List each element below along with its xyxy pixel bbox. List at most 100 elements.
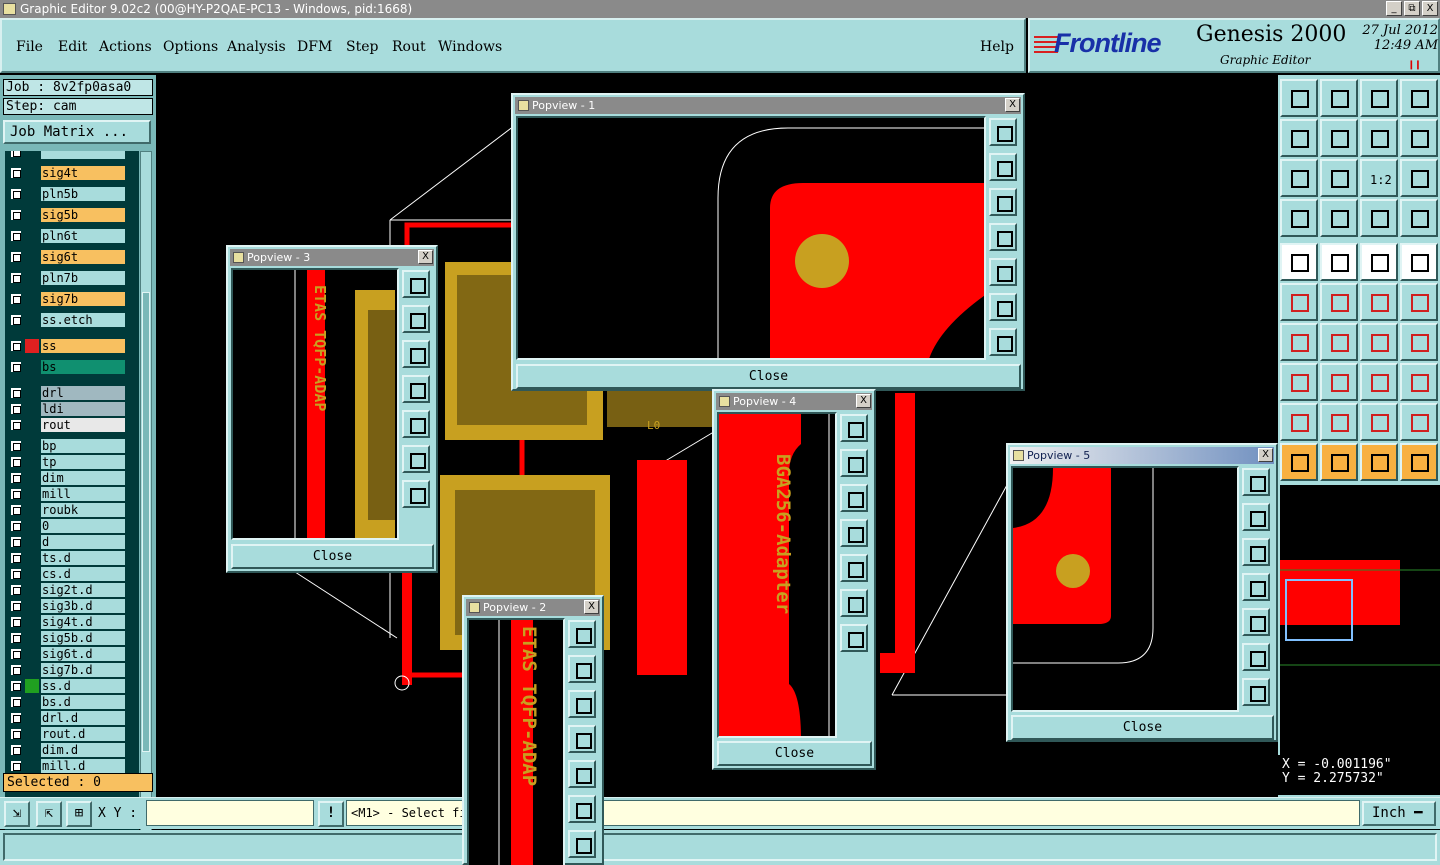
layer-name[interactable]: rout.d — [41, 727, 125, 741]
layer-row[interactable] — [7, 151, 127, 159]
pan-left-icon[interactable] — [402, 375, 430, 403]
layer-row[interactable]: ss.etch — [7, 313, 127, 327]
layer-row[interactable]: sig7b — [7, 292, 127, 306]
layer-color-swatch[interactable] — [25, 313, 39, 327]
layer-color-swatch[interactable] — [25, 339, 39, 353]
layer-color-swatch[interactable] — [25, 455, 39, 469]
menu-dfm[interactable]: DFM — [297, 39, 332, 55]
help-icon[interactable] — [1400, 159, 1438, 197]
layer-color-swatch[interactable] — [25, 583, 39, 597]
layer-row[interactable]: pln5b — [7, 187, 127, 201]
pan-right-icon[interactable] — [840, 554, 868, 582]
layer-name[interactable]: ts.d — [41, 551, 125, 565]
layer-color-swatch[interactable] — [25, 487, 39, 501]
layer-checkbox[interactable] — [11, 151, 21, 157]
layer-name[interactable]: ss — [41, 339, 125, 353]
menu-options[interactable]: Options — [163, 39, 218, 55]
save-icon[interactable] — [1320, 79, 1358, 117]
layer-color-swatch[interactable] — [25, 631, 39, 645]
snap-icon[interactable] — [1280, 363, 1318, 401]
xy-input[interactable] — [146, 800, 314, 826]
layer-name[interactable]: sig6t — [41, 250, 125, 264]
layer-row[interactable]: tp — [7, 455, 127, 469]
layer-color-swatch[interactable] — [25, 250, 39, 264]
layer-name[interactable]: sig4t — [41, 166, 125, 180]
popview-2-window[interactable]: Popview - 2 X ETAS TQFP-ADAP — [462, 595, 604, 865]
layer-name[interactable]: sig7b — [41, 292, 125, 306]
text-icon[interactable] — [1400, 323, 1438, 361]
popview-5-titlebar[interactable]: Popview - 5 X — [1010, 447, 1274, 464]
pan-up-icon[interactable] — [1242, 503, 1270, 531]
angle-icon[interactable] — [1280, 323, 1318, 361]
layer-colors-icon[interactable] — [1400, 199, 1438, 237]
pan-right-icon[interactable] — [568, 760, 596, 788]
pointer-path-icon[interactable] — [1400, 443, 1438, 481]
layer-row[interactable]: sig6t.d — [7, 647, 127, 661]
layer-name[interactable]: pln6t — [41, 229, 125, 243]
rotate-icon[interactable] — [1400, 119, 1438, 157]
popview-3-close-icon[interactable]: X — [418, 250, 433, 264]
measure-ruler-icon[interactable] — [1360, 243, 1398, 281]
pan-down-icon[interactable] — [840, 484, 868, 512]
popview-1-titlebar[interactable]: Popview - 1 X — [515, 97, 1021, 114]
layer-checkbox[interactable] — [11, 252, 21, 262]
delete-icon[interactable] — [1320, 283, 1358, 321]
layer-name[interactable]: sig4t.d — [41, 615, 125, 629]
group-icon[interactable] — [1400, 363, 1438, 401]
layer-checkbox[interactable] — [11, 388, 21, 398]
pan-right-icon[interactable] — [989, 258, 1017, 286]
maximize-button[interactable]: ⧉ — [1404, 1, 1420, 16]
zoom-fit-icon[interactable] — [568, 620, 596, 648]
layer-checkbox[interactable] — [11, 168, 21, 178]
pointer-icon[interactable] — [1280, 443, 1318, 481]
layer-checkbox[interactable] — [11, 761, 21, 771]
pan-up-icon[interactable] — [840, 449, 868, 477]
layer-checkbox[interactable] — [11, 681, 21, 691]
layer-checkbox[interactable] — [11, 569, 21, 579]
layer-color-swatch[interactable] — [25, 615, 39, 629]
layer-row[interactable]: 0 — [7, 519, 127, 533]
layer-name[interactable]: bs — [41, 360, 125, 374]
probe-icon[interactable] — [1320, 199, 1358, 237]
layer-name[interactable]: mill — [41, 487, 125, 501]
pan-down-icon[interactable] — [402, 340, 430, 368]
layer-color-swatch[interactable] — [25, 679, 39, 693]
layer-color-swatch[interactable] — [25, 229, 39, 243]
layer-color-swatch[interactable] — [25, 418, 39, 432]
layer-checkbox[interactable] — [11, 553, 21, 563]
layer-name[interactable]: sig5b.d — [41, 631, 125, 645]
layer-name[interactable]: drl.d — [41, 711, 125, 725]
zoom-out-icon[interactable] — [1242, 678, 1270, 706]
layer-color-swatch[interactable] — [25, 551, 39, 565]
zoom-fit-icon[interactable] — [989, 118, 1017, 146]
layer-color-swatch[interactable] — [25, 271, 39, 285]
layer-checkbox[interactable] — [11, 713, 21, 723]
pan-right-icon[interactable] — [402, 410, 430, 438]
menu-file[interactable]: File — [16, 39, 43, 55]
pointer-move-icon[interactable] — [1360, 443, 1398, 481]
pan-down-icon[interactable] — [1242, 538, 1270, 566]
popview-4-view[interactable]: BGA256-Adapter — [717, 412, 837, 738]
popview-1-close-button[interactable]: Close — [516, 364, 1021, 389]
layer-color-swatch[interactable] — [25, 535, 39, 549]
layer-checkbox[interactable] — [11, 729, 21, 739]
pointer-box-icon[interactable] — [1320, 443, 1358, 481]
layer-row[interactable]: ts.d — [7, 551, 127, 565]
layer-color-swatch[interactable] — [25, 292, 39, 306]
prompt-alert-icon[interactable]: ! — [318, 801, 344, 827]
arch-edit-icon[interactable] — [1400, 403, 1438, 441]
layer-row[interactable]: rout.d — [7, 727, 127, 741]
layer-color-swatch[interactable] — [25, 360, 39, 374]
popview-3-view[interactable]: ETAS TQFP-ADAP — [231, 268, 399, 540]
layer-row[interactable]: sig5b — [7, 208, 127, 222]
layer-color-swatch[interactable] — [25, 439, 39, 453]
route-icon[interactable] — [1320, 243, 1358, 281]
popview-1-close-icon[interactable]: X — [1005, 98, 1020, 112]
layer-checkbox[interactable] — [11, 537, 21, 547]
layer-row[interactable]: sig6t — [7, 250, 127, 264]
layer-checkbox[interactable] — [11, 585, 21, 595]
popview-1-window[interactable]: Popview - 1 X Close — [511, 93, 1025, 391]
layer-color-swatch[interactable] — [25, 503, 39, 517]
layer-checkbox[interactable] — [11, 404, 21, 414]
layer-color-swatch[interactable] — [25, 727, 39, 741]
